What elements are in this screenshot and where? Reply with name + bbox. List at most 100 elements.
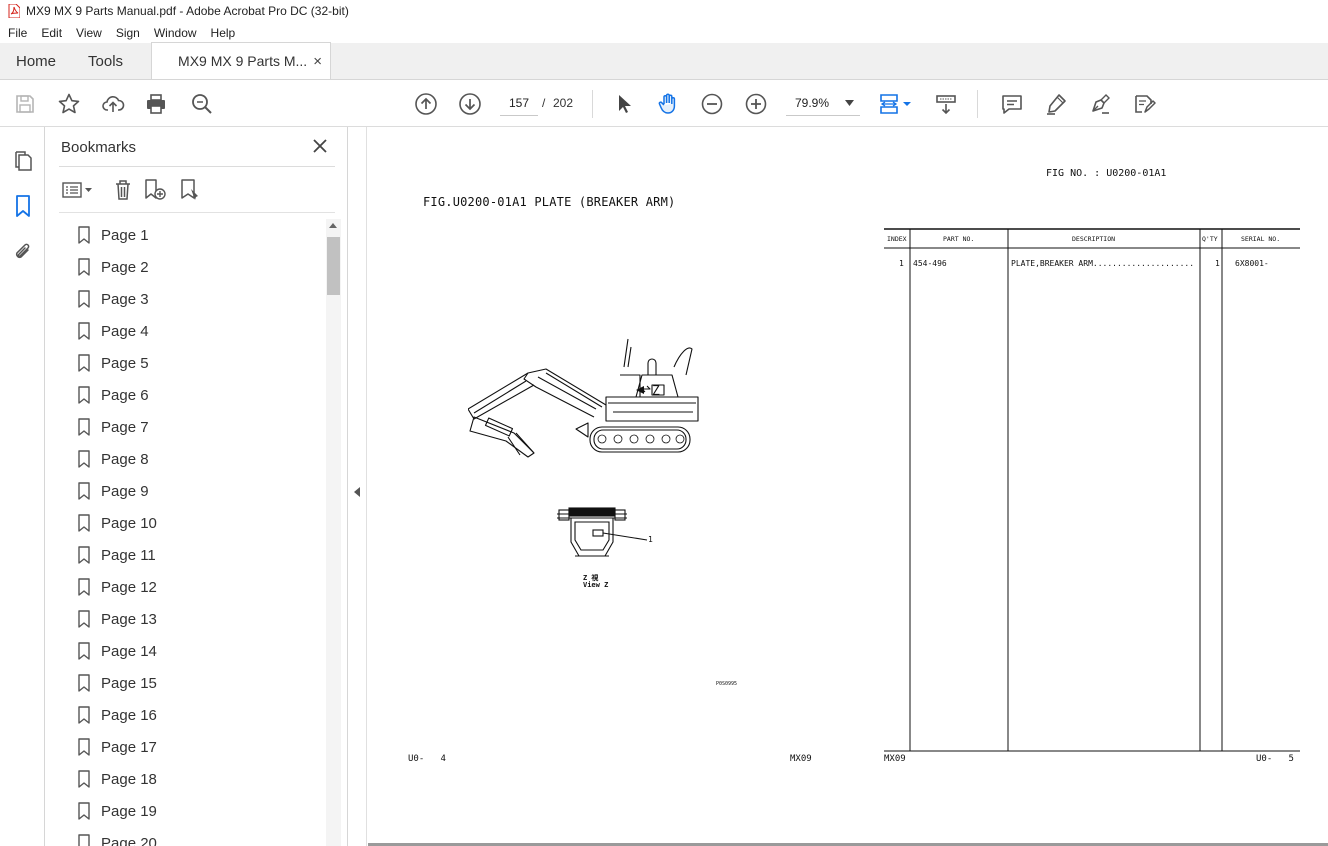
figure-number: FIG NO. : U0200-01A1 bbox=[1046, 168, 1167, 179]
bookmark-item[interactable]: Page 10 bbox=[59, 507, 325, 539]
bookmark-item-label: Page 1 bbox=[101, 226, 149, 244]
bookmark-item-label: Page 3 bbox=[101, 290, 149, 308]
bookmark-icon bbox=[78, 482, 90, 500]
bookmark-item[interactable]: Page 2 bbox=[59, 251, 325, 283]
collapse-arrow-icon[interactable] bbox=[354, 487, 360, 497]
bookmark-item[interactable]: Page 16 bbox=[59, 699, 325, 731]
bookmark-list: Page 1 Page 2 Page 3 Page 4 Page 5 Page 6 Page… bbox=[59, 219, 325, 846]
tab-document[interactable]: MX9 MX 9 Parts M... × bbox=[151, 42, 332, 79]
comment-icon[interactable] bbox=[999, 91, 1025, 117]
bookmark-item[interactable]: Page 12 bbox=[59, 571, 325, 603]
bookmark-item[interactable]: Page 5 bbox=[59, 347, 325, 379]
bookmark-scrollbar[interactable] bbox=[326, 219, 341, 846]
bookmark-item-label: Page 10 bbox=[101, 514, 157, 532]
bookmark-item[interactable]: Page 3 bbox=[59, 283, 325, 315]
close-icon[interactable] bbox=[311, 137, 329, 155]
table-cell-qty: 1 bbox=[1215, 259, 1220, 268]
bookmark-item-label: Page 6 bbox=[101, 386, 149, 404]
menu-help[interactable]: Help bbox=[204, 26, 243, 40]
bookmark-item[interactable]: Page 17 bbox=[59, 731, 325, 763]
bookmark-icon bbox=[78, 418, 90, 436]
previous-page-icon[interactable] bbox=[413, 91, 439, 117]
menu-sign[interactable]: Sign bbox=[109, 26, 147, 40]
page-number-input[interactable]: 157 bbox=[500, 90, 538, 116]
star-icon[interactable] bbox=[56, 91, 82, 117]
print-icon[interactable] bbox=[143, 91, 169, 117]
read-mode-icon[interactable] bbox=[933, 91, 959, 117]
bookmark-item-label: Page 19 bbox=[101, 802, 157, 820]
window-title: MX9 MX 9 Parts Manual.pdf - Adobe Acroba… bbox=[26, 4, 349, 18]
panel-collapse-handle[interactable] bbox=[349, 127, 367, 846]
save-icon[interactable] bbox=[12, 91, 38, 117]
bookmark-tools bbox=[59, 176, 335, 204]
tab-close-icon[interactable]: × bbox=[313, 53, 322, 70]
zoom-out-icon[interactable] bbox=[699, 91, 725, 117]
bookmark-icon bbox=[78, 226, 90, 244]
bookmark-item-label: Page 4 bbox=[101, 322, 149, 340]
bookmark-item[interactable]: Page 6 bbox=[59, 379, 325, 411]
menu-window[interactable]: Window bbox=[147, 26, 204, 40]
bookmark-item[interactable]: Page 1 bbox=[59, 219, 325, 251]
highlight-pen-icon[interactable] bbox=[1043, 91, 1069, 117]
column-header-serial-no: SERIAL NO. bbox=[1241, 235, 1281, 243]
bookmark-item-label: Page 16 bbox=[101, 706, 157, 724]
next-page-icon[interactable] bbox=[457, 91, 483, 117]
bookmark-icon bbox=[78, 386, 90, 404]
bookmark-icon bbox=[78, 290, 90, 308]
attachment-paperclip-icon[interactable] bbox=[10, 239, 36, 265]
bookmark-icon bbox=[78, 610, 90, 628]
toolbar: 157 / 202 79.9% bbox=[0, 80, 1328, 127]
bookmark-item[interactable]: Page 19 bbox=[59, 795, 325, 827]
scroll-up-arrow-icon[interactable] bbox=[329, 223, 337, 228]
menu-file[interactable]: File bbox=[0, 26, 34, 40]
bookmark-icon bbox=[78, 354, 90, 372]
left-page-number: U0- 4 bbox=[408, 754, 446, 764]
bookmark-panel-icon[interactable] bbox=[10, 193, 36, 219]
sign-pen-icon[interactable] bbox=[1087, 91, 1113, 117]
column-header-part-no: PART NO. bbox=[943, 235, 975, 243]
zoom-in-icon[interactable] bbox=[743, 91, 769, 117]
select-cursor-icon[interactable] bbox=[611, 91, 637, 117]
drawing-code: P0S0995 bbox=[716, 681, 738, 687]
bookmark-item[interactable]: Page 9 bbox=[59, 475, 325, 507]
bookmark-item-label: Page 7 bbox=[101, 418, 149, 436]
zoom-level-select[interactable]: 79.9% bbox=[786, 90, 860, 116]
menu-edit[interactable]: Edit bbox=[34, 26, 69, 40]
table-cell-serial-no: 6X8001- bbox=[1235, 259, 1269, 268]
bookmark-item-label: Page 17 bbox=[101, 738, 157, 756]
callout-number: 1 bbox=[648, 535, 653, 544]
zoom-search-icon[interactable] bbox=[189, 91, 215, 117]
chevron-down-icon bbox=[845, 99, 854, 106]
bookmark-item[interactable]: Page 8 bbox=[59, 443, 325, 475]
tab-home[interactable]: Home bbox=[0, 43, 72, 79]
tab-tools[interactable]: Tools bbox=[72, 43, 139, 79]
bookmark-item-label: Page 2 bbox=[101, 258, 149, 276]
total-pages: 202 bbox=[553, 96, 574, 110]
bookmark-item[interactable]: Page 15 bbox=[59, 667, 325, 699]
svg-text:Z: Z bbox=[652, 384, 660, 399]
menu-view[interactable]: View bbox=[69, 26, 109, 40]
upload-cloud-icon[interactable] bbox=[100, 91, 126, 117]
new-bookmark-icon[interactable] bbox=[141, 176, 169, 204]
bookmark-item-label: Page 14 bbox=[101, 642, 157, 660]
right-page-model: MX09 bbox=[884, 754, 906, 764]
bookmark-options-icon[interactable] bbox=[59, 176, 95, 204]
bookmark-item[interactable]: Page 14 bbox=[59, 635, 325, 667]
bookmark-search-icon[interactable] bbox=[177, 176, 205, 204]
fill-sign-icon[interactable] bbox=[1131, 91, 1157, 117]
right-page-number: U0- 5 bbox=[1256, 754, 1294, 764]
bookmark-item[interactable]: Page 20 bbox=[59, 827, 325, 846]
bookmark-item[interactable]: Page 4 bbox=[59, 315, 325, 347]
bookmark-item[interactable]: Page 18 bbox=[59, 763, 325, 795]
delete-bookmark-icon[interactable] bbox=[109, 176, 137, 204]
panel-divider bbox=[59, 166, 335, 167]
bookmark-item-label: Page 9 bbox=[101, 482, 149, 500]
bookmark-item[interactable]: Page 13 bbox=[59, 603, 325, 635]
bookmark-item[interactable]: Page 11 bbox=[59, 539, 325, 571]
page-layout-icon[interactable] bbox=[878, 91, 914, 117]
hand-tool-icon[interactable] bbox=[655, 91, 681, 117]
page-thumbnails-icon[interactable] bbox=[10, 148, 36, 174]
scroll-thumb[interactable] bbox=[327, 237, 340, 295]
document-viewport[interactable]: FIG.U0200-01A1 PLATE (BREAKER ARM) Z 1 Z… bbox=[368, 127, 1328, 846]
bookmark-item[interactable]: Page 7 bbox=[59, 411, 325, 443]
